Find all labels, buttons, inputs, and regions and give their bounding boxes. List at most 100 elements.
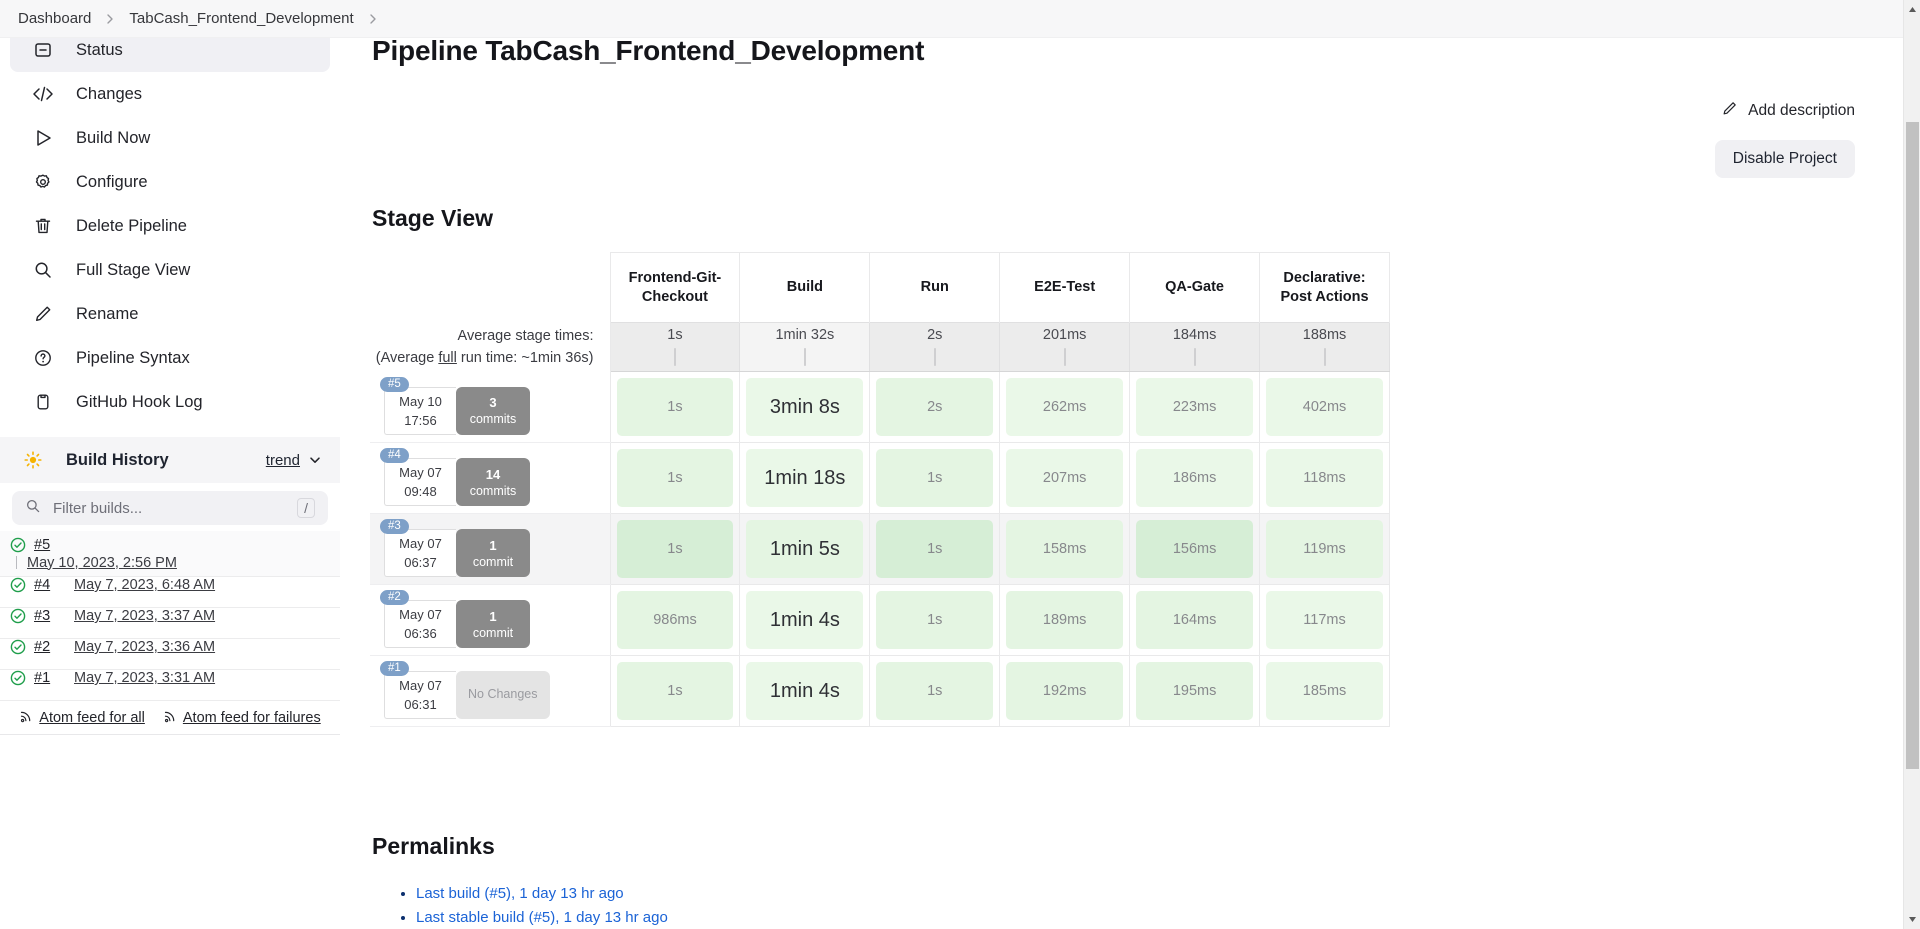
stage-cell[interactable]: 1s xyxy=(609,655,741,727)
build-date-link[interactable]: May 7, 2023, 3:36 AM xyxy=(74,639,215,655)
sidebar-item-pipeline-syntax[interactable]: Pipeline Syntax xyxy=(10,336,330,380)
chevron-right-icon-2[interactable] xyxy=(367,13,379,25)
stage-cell[interactable]: 1s xyxy=(609,371,741,443)
avg-time-value: 188ms xyxy=(1302,327,1347,343)
build-number-link[interactable]: #5 xyxy=(34,537,60,553)
sidebar-item-delete-pipeline[interactable]: Delete Pipeline xyxy=(10,204,330,248)
build-history-item-2[interactable]: #2 May 7, 2023, 3:36 AM xyxy=(0,639,340,670)
stage-cell[interactable]: 262ms xyxy=(999,371,1131,443)
commit-label: commit xyxy=(472,554,514,569)
stage-cell[interactable]: 156ms xyxy=(1129,513,1261,585)
scroll-up-arrow-icon[interactable] xyxy=(1904,1,1920,18)
build-date-link[interactable]: May 7, 2023, 3:31 AM xyxy=(74,670,215,686)
build-meta[interactable]: #5 May 10 17:56 3 commits xyxy=(380,376,530,435)
build-date-link[interactable]: May 10, 2023, 2:56 PM xyxy=(27,555,177,571)
stage-cell[interactable]: 3min 8s xyxy=(739,371,871,443)
build-filter-box[interactable]: / xyxy=(12,491,328,525)
atom-feed-for-failures-link[interactable]: Atom feed for failures xyxy=(163,709,321,727)
build-history-item-5[interactable]: #5 May 10, 2023, 2:56 PM xyxy=(0,531,340,577)
build-commits-badge[interactable]: 1 commit xyxy=(456,600,530,648)
rss-icon xyxy=(19,709,33,727)
build-number-link[interactable]: #1 xyxy=(34,670,60,686)
stage-cell[interactable]: 164ms xyxy=(1129,584,1261,656)
build-date-link[interactable]: May 7, 2023, 6:48 AM xyxy=(74,577,215,593)
sidebar-item-rename[interactable]: Rename xyxy=(10,292,330,336)
stage-cell[interactable]: 986ms xyxy=(609,584,741,656)
scroll-down-arrow-icon[interactable] xyxy=(1904,911,1920,928)
build-history-list: #5 May 10, 2023, 2:56 PM #4 May 7, 2023,… xyxy=(0,531,340,735)
stage-cell[interactable]: 1s xyxy=(869,442,1001,514)
stage-cell[interactable]: 119ms xyxy=(1259,513,1390,585)
build-number-link[interactable]: #3 xyxy=(34,608,60,624)
stage-cell[interactable]: 1min 5s xyxy=(739,513,871,585)
stage-header-qa-gate: QA-Gate xyxy=(1129,252,1260,323)
stage-cell[interactable]: 1min 18s xyxy=(739,442,871,514)
build-history-item-3[interactable]: #3 May 7, 2023, 3:37 AM xyxy=(0,608,340,639)
breadcrumb-item-project[interactable]: TabCash_Frontend_Development xyxy=(125,8,357,29)
permalink-last-build[interactable]: Last build (#5), 1 day 13 hr ago xyxy=(416,885,624,902)
vertical-scrollbar[interactable] xyxy=(1903,0,1920,929)
stage-cell[interactable]: 158ms xyxy=(999,513,1131,585)
sidebar-item-changes[interactable]: Changes xyxy=(10,72,330,116)
stage-cell[interactable]: 1s xyxy=(869,584,1001,656)
stage-cell[interactable]: 1s xyxy=(869,513,1001,585)
build-history-item-1[interactable]: #1 May 7, 2023, 3:31 AM xyxy=(0,670,340,701)
build-number-link[interactable]: #4 xyxy=(34,577,60,593)
stage-cell[interactable]: 185ms xyxy=(1259,655,1390,727)
chevron-down-icon[interactable] xyxy=(308,453,322,467)
add-description-button[interactable]: Add description xyxy=(1721,100,1855,122)
build-commits-badge[interactable]: 1 commit xyxy=(456,529,530,577)
stage-cell[interactable]: 189ms xyxy=(999,584,1131,656)
avg-time-value: 1min 32s xyxy=(775,327,835,343)
build-history-item-4[interactable]: #4 May 7, 2023, 6:48 AM xyxy=(0,577,340,608)
build-number-badge[interactable]: #4 xyxy=(380,448,409,463)
stage-cell[interactable]: 117ms xyxy=(1259,584,1390,656)
sidebar-item-build-now[interactable]: Build Now xyxy=(10,116,330,160)
stage-cell[interactable]: 223ms xyxy=(1129,371,1261,443)
build-number-link[interactable]: #2 xyxy=(34,639,60,655)
build-date-link[interactable]: May 7, 2023, 3:37 AM xyxy=(74,608,215,624)
stage-build-row-2: #2 May 07 06:36 1 commit 986ms 1min 4s 1… xyxy=(370,584,1390,656)
full-run-time-link[interactable]: full xyxy=(438,350,457,366)
sidebar-item-full-stage-view[interactable]: Full Stage View xyxy=(10,248,330,292)
build-number-badge[interactable]: #1 xyxy=(380,661,409,676)
stage-build-meta-5: #5 May 10 17:56 3 commits xyxy=(370,371,611,443)
stage-cell-value: 262ms xyxy=(1006,378,1124,436)
disable-project-button[interactable]: Disable Project xyxy=(1714,140,1855,178)
stage-cell[interactable]: 1s xyxy=(609,513,741,585)
stage-cell[interactable]: 118ms xyxy=(1259,442,1390,514)
stage-cell[interactable]: 402ms xyxy=(1259,371,1390,443)
sidebar-item-configure[interactable]: Configure xyxy=(10,160,330,204)
build-trend-link[interactable]: trend xyxy=(266,452,300,469)
stage-cell[interactable]: 1min 4s xyxy=(739,655,871,727)
play-icon xyxy=(32,127,54,149)
breadcrumb-item-dashboard[interactable]: Dashboard xyxy=(14,8,95,29)
stage-cell[interactable]: 1s xyxy=(609,442,741,514)
build-number-badge[interactable]: #3 xyxy=(380,519,409,534)
stage-cell[interactable]: 1min 4s xyxy=(739,584,871,656)
build-commits-badge[interactable]: 14 commits xyxy=(456,458,530,506)
stage-cell[interactable]: 2s xyxy=(869,371,1001,443)
build-number-badge[interactable]: #5 xyxy=(380,376,409,392)
build-meta[interactable]: #2 May 07 06:36 1 commit xyxy=(380,590,530,648)
stage-cell[interactable]: 207ms xyxy=(999,442,1131,514)
build-meta[interactable]: #3 May 07 06:37 1 commit xyxy=(380,519,530,577)
sidebar-item-label: Build Now xyxy=(76,128,151,147)
stage-cell[interactable]: 186ms xyxy=(1129,442,1261,514)
build-commits-badge[interactable]: 3 commits xyxy=(456,386,530,435)
sidebar-item-github-hook-log[interactable]: GitHub Hook Log xyxy=(10,380,330,424)
stage-cell-value: 158ms xyxy=(1006,520,1124,578)
stage-cell[interactable]: 195ms xyxy=(1129,655,1261,727)
stage-cell[interactable]: 192ms xyxy=(999,655,1131,727)
main-content: Pipeline TabCash_Frontend_Development Ad… xyxy=(340,0,1903,929)
build-datetime: May 07 06:31 xyxy=(384,671,456,719)
search-input[interactable] xyxy=(51,498,298,518)
build-no-changes-badge[interactable]: No Changes xyxy=(456,671,550,719)
scrollbar-thumb[interactable] xyxy=(1906,122,1919,769)
build-meta[interactable]: #1 May 07 06:31 No Changes xyxy=(380,661,550,719)
atom-feed-for-all-link[interactable]: Atom feed for all xyxy=(19,709,145,727)
permalink-last-stable-build[interactable]: Last stable build (#5), 1 day 13 hr ago xyxy=(416,909,668,926)
build-number-badge[interactable]: #2 xyxy=(380,590,409,605)
build-meta[interactable]: #4 May 07 09:48 14 commits xyxy=(380,448,530,506)
stage-cell[interactable]: 1s xyxy=(869,655,1001,727)
